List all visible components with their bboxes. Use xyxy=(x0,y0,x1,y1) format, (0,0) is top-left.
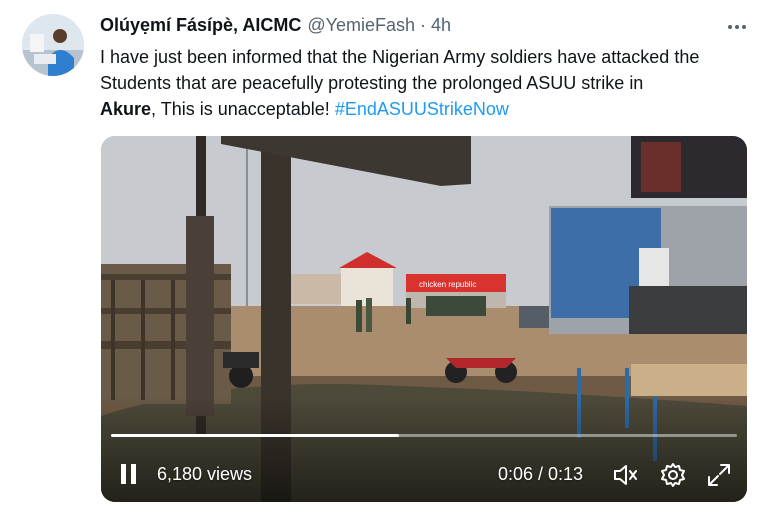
pause-icon[interactable] xyxy=(119,463,139,485)
tweet-card[interactable]: Olúyẹmí Fásípè, AICMC @YemieFash · 4h I … xyxy=(0,0,777,515)
video-controls: 6,180 views 0:06 / 0:13 xyxy=(101,441,747,501)
progress-fill xyxy=(111,434,399,437)
tweet-header: Olúyẹmí Fásípè, AICMC @YemieFash · 4h xyxy=(100,15,451,39)
avatar-image xyxy=(22,14,84,76)
shop-sign: chicken republic xyxy=(419,280,476,289)
tweet-text: I have just been informed that the Niger… xyxy=(100,44,760,122)
progress-bar[interactable] xyxy=(111,434,737,437)
settings-icon[interactable] xyxy=(659,461,687,489)
mute-icon[interactable] xyxy=(611,461,639,489)
fullscreen-icon[interactable] xyxy=(705,461,733,489)
timestamp[interactable]: 4h xyxy=(431,15,451,36)
hashtag-link[interactable]: #EndASUUStrikeNow xyxy=(335,99,509,119)
author-name[interactable]: Olúyẹmí Fásípè, AICMC xyxy=(100,15,301,36)
location-bold: Akure xyxy=(100,99,152,119)
text-line-2: Students that are peacefully protesting … xyxy=(100,73,644,93)
more-icon[interactable] xyxy=(722,18,752,36)
avatar[interactable] xyxy=(22,14,84,76)
author-handle[interactable]: @YemieFash xyxy=(307,15,415,36)
timecode: 0:06 / 0:13 xyxy=(498,464,584,484)
separator: · xyxy=(420,15,427,35)
video-player[interactable]: chicken republic 6,180 views 0:06 / 0:13 xyxy=(101,136,747,502)
text-rest: , This is unacceptable! xyxy=(151,99,335,119)
view-count: 6,180 views xyxy=(157,464,253,484)
text-line-1: I have just been informed that the Niger… xyxy=(100,47,700,67)
